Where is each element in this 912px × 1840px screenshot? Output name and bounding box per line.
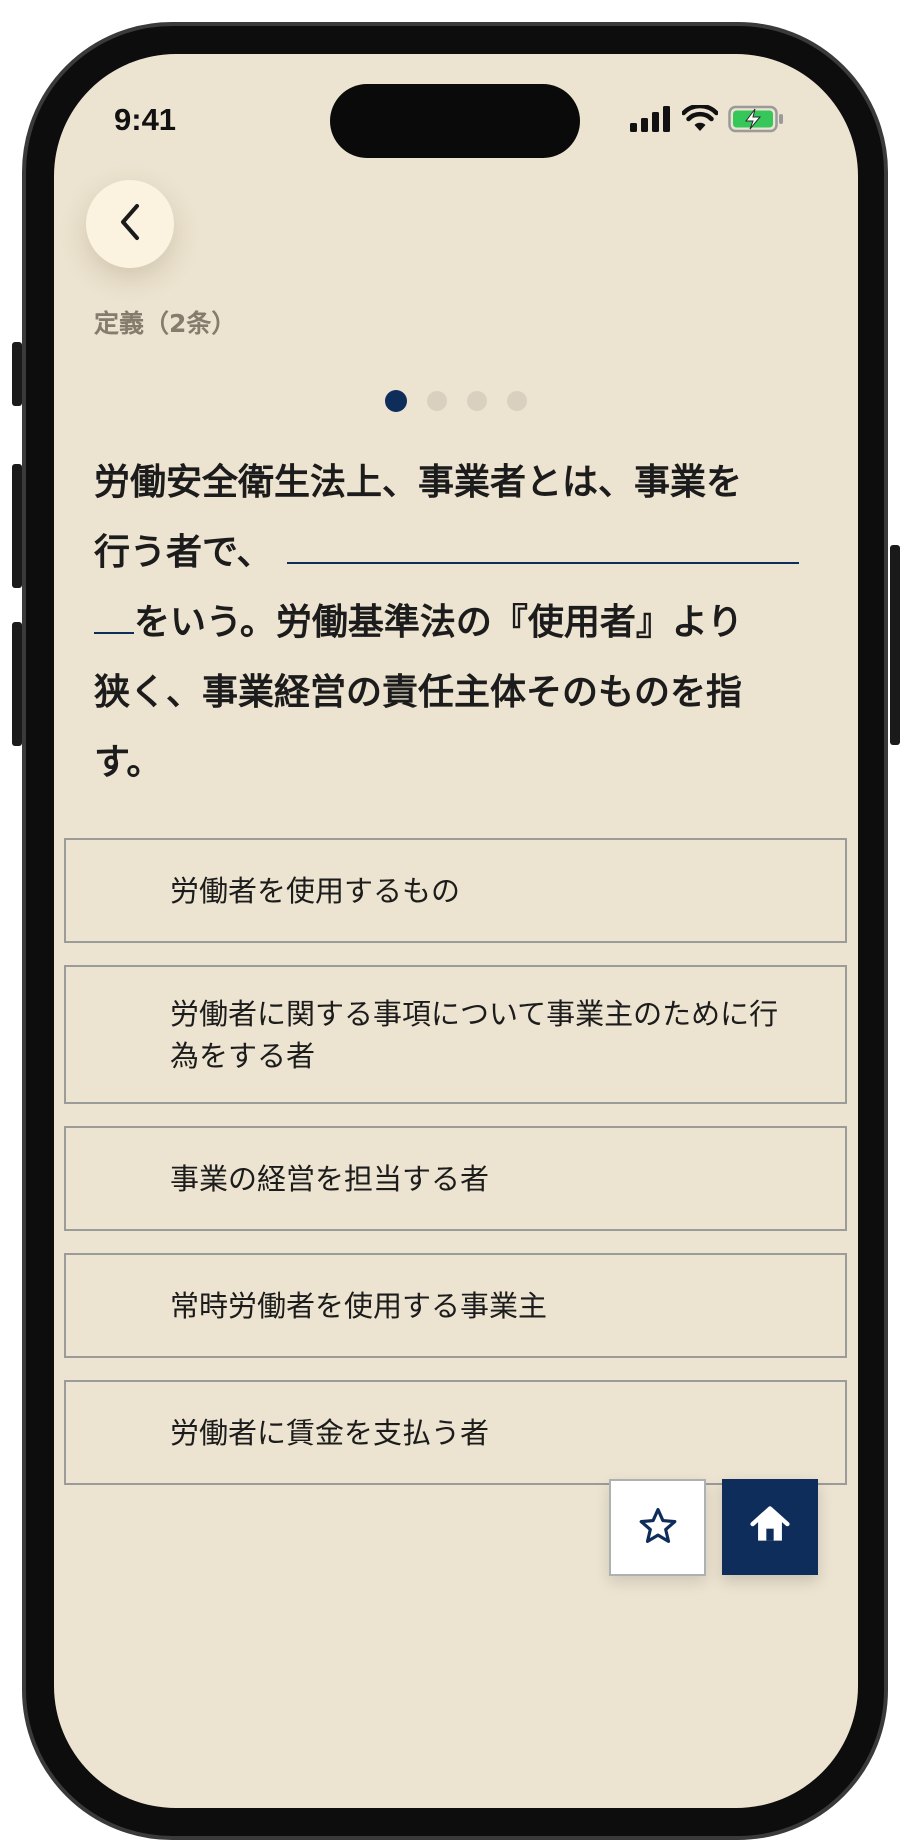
pagination-dot xyxy=(507,391,527,411)
answer-option-label: 労働者を使用するもの xyxy=(170,873,461,908)
chevron-left-icon xyxy=(115,202,145,246)
answer-option[interactable]: 常時労働者を使用する事業主 xyxy=(64,1253,847,1358)
signal-icon xyxy=(630,106,672,136)
status-icons xyxy=(630,103,784,137)
back-button[interactable] xyxy=(86,180,174,268)
answer-option[interactable]: 事業の経営を担当する者 xyxy=(64,1126,847,1231)
answer-option[interactable]: 労働者に賃金を支払う者 xyxy=(64,1380,847,1485)
answer-option-label: 常時労働者を使用する事業主 xyxy=(170,1288,548,1323)
question-text: 労働安全衛生法上、事業者とは、事業を 行う者で、 をいう。労働基準法の『使用者』… xyxy=(94,448,816,798)
answer-options: 労働者を使用するもの 労働者に関する事項について事業主のために行為をする者 事業… xyxy=(64,838,847,1507)
answer-option-label: 労働者に賃金を支払う者 xyxy=(170,1415,490,1450)
wifi-icon xyxy=(681,103,719,137)
pagination-dots xyxy=(385,390,527,412)
pagination-dot xyxy=(427,391,447,411)
question-line: をいう。労働基準法の『使用者』より xyxy=(94,588,816,658)
question-line-prefix: 行う者で、 xyxy=(94,532,273,573)
question-line-suffix: をいう。労働基準法の『使用者』より xyxy=(134,602,744,643)
question-line: 行う者で、 xyxy=(94,518,816,588)
home-icon xyxy=(748,1503,792,1551)
section-label: 定義（2条） xyxy=(94,309,237,338)
question-line: す。 xyxy=(94,742,163,783)
answer-option[interactable]: 労働者を使用するもの xyxy=(64,838,847,943)
pagination-dot-active xyxy=(385,390,407,412)
dynamic-island xyxy=(330,84,580,158)
answer-blank-continuation xyxy=(94,614,134,634)
status-time: 9:41 xyxy=(114,102,177,137)
pagination-dot xyxy=(467,391,487,411)
volume-up-button xyxy=(12,464,22,588)
power-button xyxy=(890,545,900,745)
answer-option-label: 労働者に関する事項について事業主のために行為をする者 xyxy=(170,996,779,1073)
home-button[interactable] xyxy=(722,1479,818,1575)
star-icon xyxy=(637,1505,679,1551)
answer-option-label: 事業の経営を担当する者 xyxy=(170,1161,490,1196)
question-line: 狭く、事業経営の責任主体そのものを指 xyxy=(94,672,743,713)
mute-switch xyxy=(12,342,22,406)
battery-charging-icon xyxy=(728,105,784,137)
question-line: 労働安全衛生法上、事業者とは、事業を xyxy=(94,462,743,503)
answer-blank xyxy=(286,544,799,564)
answer-option[interactable]: 労働者に関する事項について事業主のために行為をする者 xyxy=(64,965,847,1104)
favorite-button[interactable] xyxy=(609,1479,706,1576)
volume-down-button xyxy=(12,622,22,746)
